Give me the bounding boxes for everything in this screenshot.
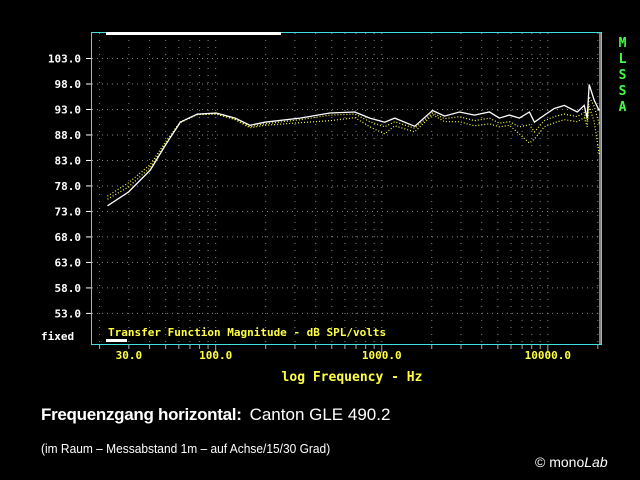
y-tick-label: 98.0 (55, 78, 82, 91)
y-tick-label: 83.0 (55, 154, 82, 167)
y-tick-label: 68.0 (55, 231, 82, 244)
y-tick-label: 93.0 (55, 103, 82, 116)
copyright-symbol: © (535, 454, 546, 470)
y-tick-label: 63.0 (55, 256, 82, 269)
copyright: © monoLab (535, 454, 608, 470)
chart-title: Transfer Function Magnitude - dB SPL/vol… (108, 326, 386, 339)
curves (107, 84, 600, 207)
y-tick-label: 73.0 (55, 205, 82, 218)
y-axis: 103.0 98.0 93.0 88.0 83.0 78.0 73.0 68.0 63.0 58.… (48, 52, 91, 320)
mlssa-side-label: MLSSA (618, 36, 627, 115)
y-tick-label: 78.0 (55, 180, 82, 193)
x-tick-label: 30.0 (116, 349, 143, 362)
scroll-bar-top[interactable] (106, 32, 281, 35)
caption-subtitle: (im Raum – Messabstand 1m – auf Achse/15… (41, 441, 331, 456)
y-mode-label: fixed (41, 330, 74, 343)
y-tick-label: 53.0 (55, 307, 82, 320)
x-axis: 30.0 100.0 1000.0 10000.0 (99, 345, 599, 362)
x-axis-label: log Frequency - Hz (282, 370, 423, 385)
x-tick-label: 10000.0 (525, 349, 571, 362)
y-tick-label: 58.0 (55, 282, 82, 295)
scroll-bar-bottom[interactable] (106, 339, 127, 342)
caption-title: Frequenzgang horizontal: Canton GLE 490.2 (41, 405, 390, 425)
plot-frame (91, 32, 602, 345)
curve-auf-achse (107, 84, 600, 207)
y-tick-label: 103.0 (48, 52, 81, 65)
y-tick-label: 88.0 (55, 129, 82, 142)
x-tick-label: 1000.0 (362, 349, 402, 362)
curve-30-grad (107, 106, 600, 197)
brand-mono: mono (549, 454, 585, 470)
caption-model: Canton GLE 490.2 (249, 405, 391, 424)
x-tick-label: 100.0 (199, 349, 232, 362)
grid (92, 33, 601, 344)
brand-lab: Lab (584, 454, 608, 470)
frequency-response-chart: 103.0 98.0 93.0 88.0 83.0 78.0 73.0 68.0 63.0 58.… (41, 32, 602, 385)
caption-title-bold: Frequenzgang horizontal: (41, 405, 242, 424)
